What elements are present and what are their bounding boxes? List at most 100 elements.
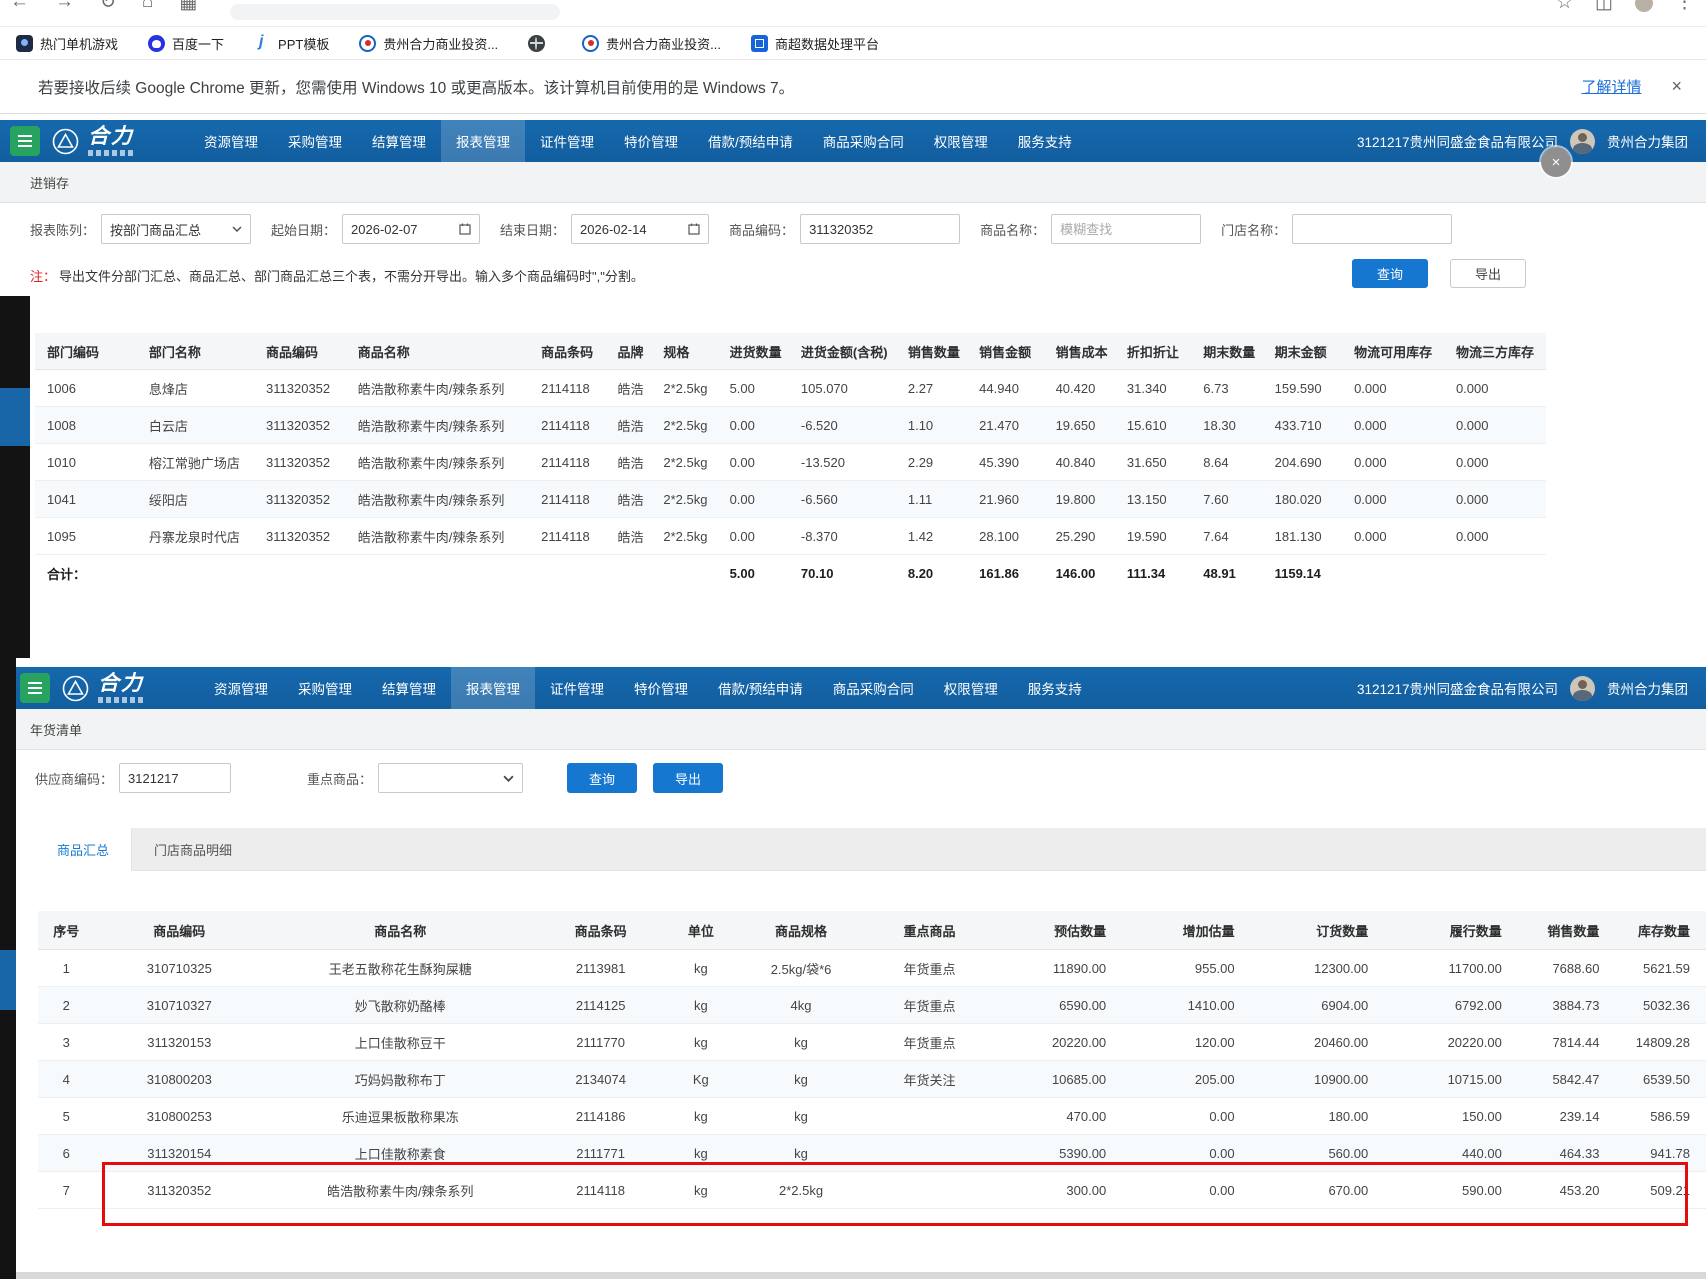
bookmark-item[interactable]: PPT模板 xyxy=(254,34,329,53)
nav-item-loan[interactable]: 借款/预结申请 xyxy=(703,667,818,709)
user-avatar[interactable] xyxy=(1570,676,1595,701)
table-row[interactable]: 1310710325王老五散称花生酥狗屎糖2113981kg2.5kg/袋*6年… xyxy=(38,950,1706,987)
bookmark-item[interactable]: 贵州合力商业投资... xyxy=(582,34,721,53)
table-cell: 14809.28 xyxy=(1615,1024,1706,1061)
table-row[interactable]: 1010榕江常驰广场店311320352皓浩散称素牛肉/辣条系列2114118皓… xyxy=(35,444,1546,481)
table-row[interactable]: 1095丹寨龙泉时代店311320352皓浩散称素牛肉/辣条系列2114118皓… xyxy=(35,518,1546,555)
bottom-edge xyxy=(0,1272,1706,1279)
sidebar-toggle-button[interactable] xyxy=(20,673,50,703)
nav-item-certificates[interactable]: 证件管理 xyxy=(535,667,619,709)
nav-item-reports[interactable]: 报表管理 xyxy=(441,120,525,162)
nav-item-settlement[interactable]: 结算管理 xyxy=(367,667,451,709)
bookmark-item[interactable]: 贵州合力商业投资... xyxy=(359,34,498,53)
extension-icon[interactable]: ◫ xyxy=(1595,0,1613,14)
tab-product-summary[interactable]: 商品汇总 xyxy=(35,828,132,871)
dialog-close-button[interactable]: × xyxy=(1541,147,1571,177)
nav-item-purchase[interactable]: 采购管理 xyxy=(283,667,367,709)
table-row[interactable]: 7311320352皓浩散称素牛肉/辣条系列2114118kg2*2.5kg30… xyxy=(38,1172,1706,1209)
bookmark-star-icon[interactable]: ☆ xyxy=(1556,0,1573,14)
bookmark-item[interactable] xyxy=(528,35,552,52)
export-button[interactable]: 导出 xyxy=(1450,259,1526,288)
browser-apps-icon[interactable]: ▦ xyxy=(179,0,197,14)
start-date-input[interactable] xyxy=(351,222,453,237)
tab-store-detail[interactable]: 门店商品明细 xyxy=(132,828,254,870)
table-cell: 2.5kg/袋*6 xyxy=(737,950,865,987)
nav-item-reports[interactable]: 报表管理 xyxy=(451,667,535,709)
bookmark-label: 热门单机游戏 xyxy=(40,34,118,53)
nav-item-certificates[interactable]: 证件管理 xyxy=(525,120,609,162)
bookmark-item[interactable]: 百度一下 xyxy=(148,34,224,53)
table-cell: 7.60 xyxy=(1191,481,1262,518)
calendar-icon[interactable] xyxy=(459,223,471,235)
browser-menu-dots-icon[interactable]: ⋮ xyxy=(1675,0,1694,14)
export-button[interactable]: 导出 xyxy=(653,763,723,793)
address-bar[interactable] xyxy=(230,4,560,20)
table-row[interactable]: 5310800253乐迪逗果板散称果冻2114186kgkg470.000.00… xyxy=(38,1098,1706,1135)
nav-item-contract[interactable]: 商品采购合同 xyxy=(818,667,929,709)
browser-back-icon[interactable]: ← xyxy=(10,0,29,14)
browser-forward-icon[interactable]: → xyxy=(55,0,74,14)
nav-item-loan[interactable]: 借款/预结申请 xyxy=(693,120,808,162)
user-name[interactable]: 贵州合力集团 xyxy=(1607,131,1688,151)
supplier-code-input[interactable] xyxy=(128,771,222,786)
table-cell: 2*2.5kg xyxy=(651,481,717,518)
table-cell: 670.00 xyxy=(1251,1172,1385,1209)
browser-home-icon[interactable]: ⌂ xyxy=(142,0,153,14)
table-row[interactable]: 2310710327妙飞散称奶酪棒2114125kg4kg年货重点6590.00… xyxy=(38,987,1706,1024)
table-row[interactable]: 4310800203巧妈妈散称布丁2134074Kgkg年货关注10685.00… xyxy=(38,1061,1706,1098)
table-cell: 40.840 xyxy=(1044,444,1115,481)
table-cell: 皓浩 xyxy=(606,407,652,444)
table-cell: 2*2.5kg xyxy=(651,518,717,555)
notification-close-icon[interactable]: × xyxy=(1671,76,1682,97)
user-name[interactable]: 贵州合力集团 xyxy=(1607,678,1688,698)
calendar-icon[interactable] xyxy=(688,223,700,235)
report-type-select[interactable]: 按部门商品汇总 xyxy=(101,214,251,244)
bookmark-item[interactable]: 商超数据处理平台 xyxy=(751,34,879,53)
table-cell: 44.940 xyxy=(967,370,1043,407)
nav-item-special-price[interactable]: 特价管理 xyxy=(619,667,703,709)
table-row[interactable]: 6311320154上口佳散称素食2111771kgkg5390.000.005… xyxy=(38,1135,1706,1172)
product-name-input[interactable] xyxy=(1060,222,1192,237)
table-cell: 6.73 xyxy=(1191,370,1262,407)
table-row[interactable]: 3311320153上口佳散称豆干2111770kgkg年货重点20220.00… xyxy=(38,1024,1706,1061)
nav-item-contract[interactable]: 商品采购合同 xyxy=(808,120,919,162)
nav-item-purchase[interactable]: 采购管理 xyxy=(273,120,357,162)
table-cell: 1010 xyxy=(35,444,137,481)
bookmark-item[interactable]: 热门单机游戏 xyxy=(16,34,118,53)
table-cell: 6 xyxy=(38,1135,95,1172)
nav-item-resource[interactable]: 资源管理 xyxy=(189,120,273,162)
table-cell: 311320352 xyxy=(254,407,346,444)
query-button[interactable]: 查询 xyxy=(567,763,637,793)
table-cell: 0.00 xyxy=(718,481,789,518)
column-header: 期末数量 xyxy=(1191,333,1262,370)
user-avatar[interactable] xyxy=(1570,129,1595,154)
table-row[interactable]: 1041绥阳店311320352皓浩散称素牛肉/辣条系列2114118皓浩2*2… xyxy=(35,481,1546,518)
key-product-select[interactable] xyxy=(378,763,523,793)
table-cell: 年货重点 xyxy=(865,987,993,1024)
table-row[interactable]: 1008白云店311320352皓浩散称素牛肉/辣条系列2114118皓浩2*2… xyxy=(35,407,1546,444)
nav-item-support[interactable]: 服务支持 xyxy=(1013,667,1097,709)
end-date-input[interactable] xyxy=(580,222,682,237)
table-cell: Kg xyxy=(665,1061,737,1098)
nav-item-support[interactable]: 服务支持 xyxy=(1003,120,1087,162)
learn-more-link[interactable]: 了解详情 xyxy=(1581,76,1641,97)
nav-item-resource[interactable]: 资源管理 xyxy=(199,667,283,709)
product-code-input[interactable] xyxy=(809,222,951,237)
store-name-input[interactable] xyxy=(1301,222,1443,237)
table-cell: 2111771 xyxy=(536,1135,664,1172)
table-cell: 0.000 xyxy=(1342,518,1444,555)
nav-item-special-price[interactable]: 特价管理 xyxy=(609,120,693,162)
table-cell: 48.91 xyxy=(1191,555,1262,592)
browser-profile-avatar[interactable] xyxy=(1635,0,1653,12)
nav-item-permissions[interactable]: 权限管理 xyxy=(929,667,1013,709)
table-cell: 70.10 xyxy=(789,555,896,592)
sidebar-toggle-button[interactable] xyxy=(10,126,40,156)
nav-item-permissions[interactable]: 权限管理 xyxy=(919,120,1003,162)
table-cell: 21.470 xyxy=(967,407,1043,444)
query-button[interactable]: 查询 xyxy=(1352,259,1428,288)
nav-item-settlement[interactable]: 结算管理 xyxy=(357,120,441,162)
table-row[interactable]: 1006息烽店311320352皓浩散称素牛肉/辣条系列2114118皓浩2*2… xyxy=(35,370,1546,407)
column-header: 物流可用库存 xyxy=(1342,333,1444,370)
product-code-label: 商品编码： xyxy=(729,220,794,239)
browser-refresh-icon[interactable]: ↻ xyxy=(100,0,116,14)
